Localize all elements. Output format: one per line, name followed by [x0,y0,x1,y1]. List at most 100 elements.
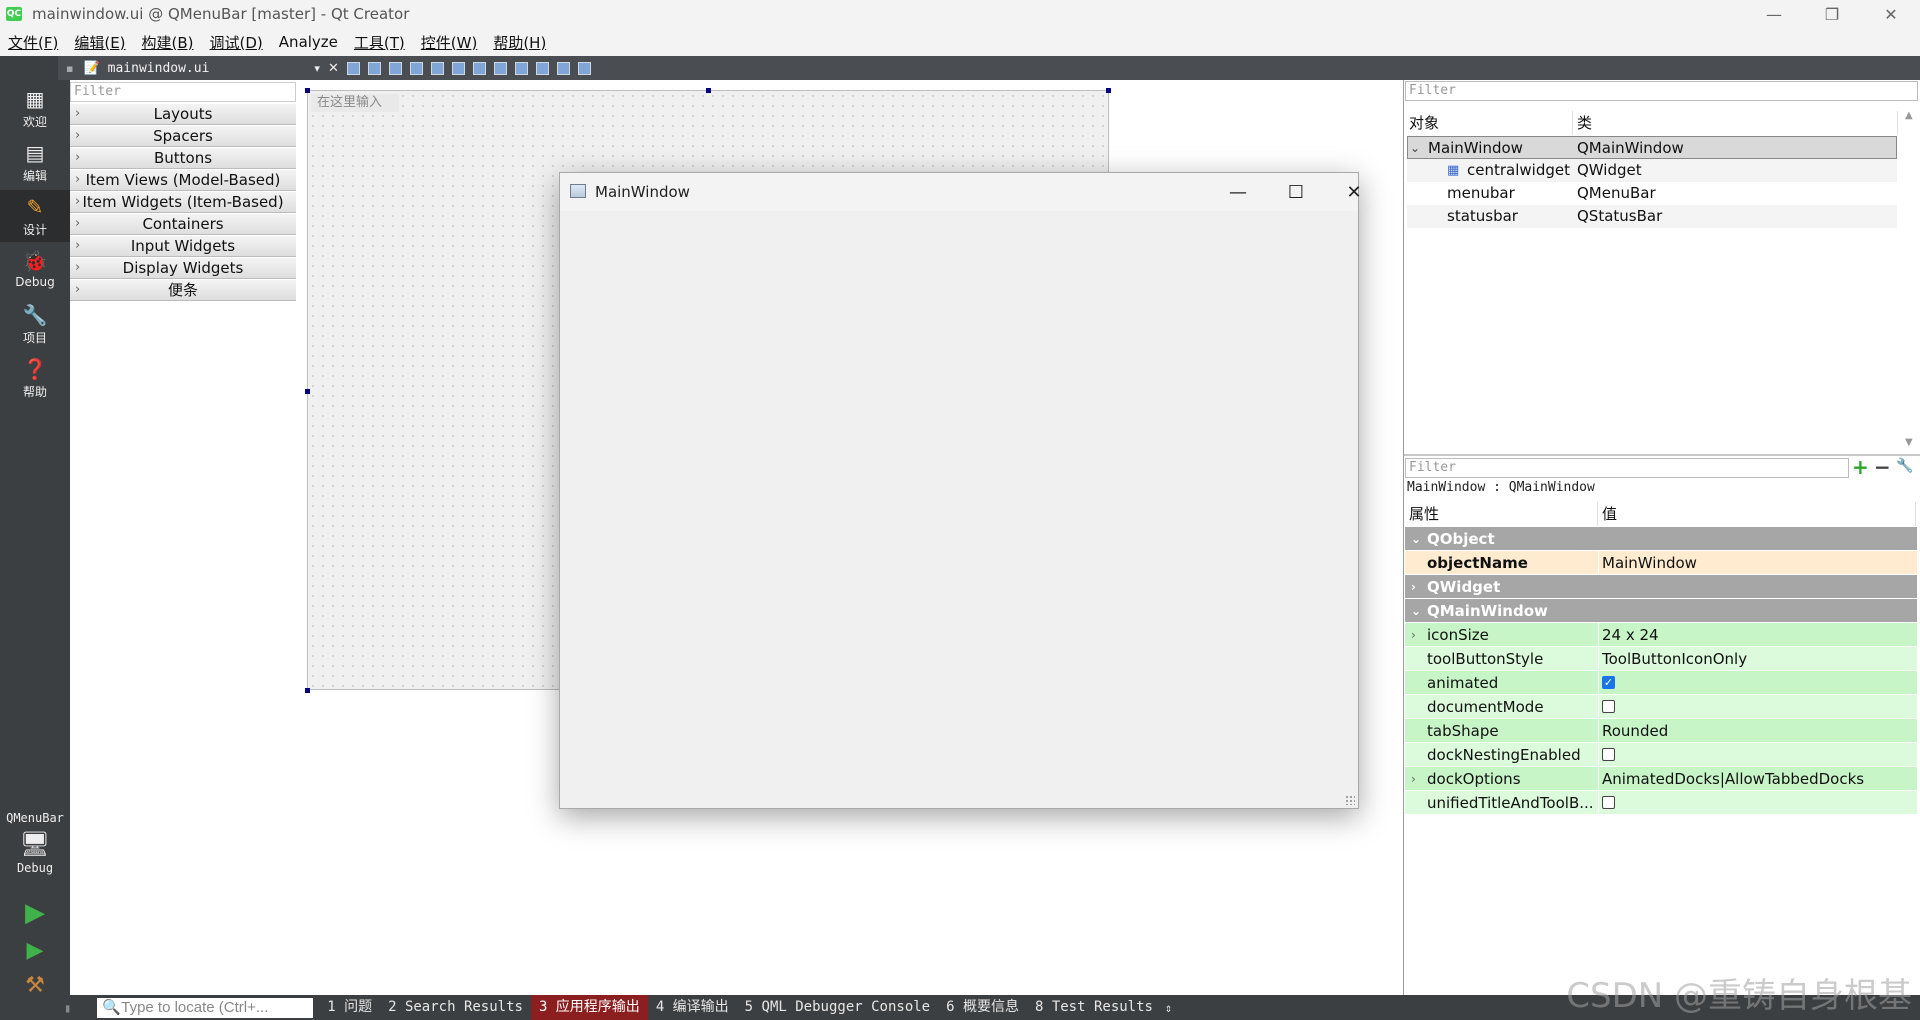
scroll-up-icon[interactable]: ▲ [1905,110,1913,121]
unifiedtitle-checkbox[interactable] [1602,796,1615,809]
layout-horizontal-icon[interactable] [430,61,444,75]
add-property-button[interactable]: + [1852,455,1869,479]
menu-edit[interactable]: 编辑(E) [66,32,133,53]
tree-row-menubar[interactable]: menubar QMenuBar [1407,182,1897,205]
property-filter-input[interactable]: Filter [1405,458,1849,478]
document-dropdown-icon[interactable]: ▾ [314,62,320,75]
layout-vertical-splitter-icon[interactable] [493,61,507,75]
group-qwidget[interactable]: › QWidget [1405,575,1917,599]
prop-dockoptions[interactable]: › dockOptions AnimatedDocks|AllowTabbedD… [1405,767,1917,791]
object-column-header[interactable]: 对象 [1405,111,1573,135]
prop-value[interactable]: 24 x 24 [1602,623,1659,647]
menu-widgets[interactable]: 控件(W) [413,32,486,53]
output-tab-application-output[interactable]: 3 应用程序输出 [530,995,648,1020]
prop-value[interactable]: ToolButtonIconOnly [1602,647,1747,671]
category-buttons[interactable]: › Buttons [70,148,296,169]
restore-button[interactable]: ❐ [1803,0,1861,28]
prop-docknestingenabled[interactable]: dockNestingEnabled [1405,743,1917,767]
value-column-header[interactable]: 值 [1598,502,1916,526]
output-tab-test-results[interactable]: 8 Test Results [1027,995,1161,1020]
preview-close-button[interactable]: ✕ [1329,177,1379,207]
locator-input[interactable]: 🔍 Type to locate (Ctrl+... [97,997,314,1018]
resize-handle[interactable] [706,88,711,93]
layout-horizontal-splitter-icon[interactable] [472,61,486,75]
run-button[interactable]: ▶ [0,898,70,928]
category-layouts[interactable]: › Layouts [70,104,296,125]
menu-build[interactable]: 构建(B) [134,32,202,53]
menu-help[interactable]: 帮助(H) [485,32,554,53]
category-containers[interactable]: › Containers [70,214,296,235]
break-layout-icon[interactable] [556,61,570,75]
mode-edit[interactable]: ▤ 编辑 [0,136,70,188]
output-tab-issues[interactable]: 1 问题 [319,995,380,1020]
mode-welcome[interactable]: ▦ 欢迎 [0,82,70,134]
prop-iconsize[interactable]: › iconSize 24 x 24 [1405,623,1917,647]
prop-objectname[interactable]: objectName MainWindow [1405,551,1917,575]
layout-form-icon[interactable] [514,61,528,75]
prop-documentmode[interactable]: documentMode [1405,695,1917,719]
preview-title-bar[interactable]: MainWindow — ☐ ✕ [560,173,1362,211]
menu-type-here-placeholder[interactable]: 在这里输入 [311,94,399,112]
preview-window[interactable]: MainWindow — ☐ ✕ [559,172,1362,809]
up-down-arrows-icon[interactable]: ⇕ [1165,1001,1172,1015]
layout-vertical-icon[interactable] [451,61,465,75]
mode-help[interactable]: ❓ 帮助 [0,352,70,404]
object-filter-input[interactable]: Filter [1405,81,1918,101]
scroll-down-icon[interactable]: ▼ [1905,437,1913,448]
category-input-widgets[interactable]: › Input Widgets [70,236,296,257]
debug-run-button[interactable]: ▶ [0,938,70,963]
category-display-widgets[interactable]: › Display Widgets [70,258,296,279]
resize-handle[interactable] [305,688,310,693]
tree-row-centralwidget[interactable]: ▦ centralwidget QWidget [1407,159,1897,182]
close-button[interactable]: ✕ [1862,0,1920,28]
property-column-header[interactable]: 属性 [1405,502,1598,526]
size-grip-icon[interactable] [1345,795,1355,805]
category-item-widgets[interactable]: › Item Widgets (Item-Based) [70,192,296,213]
prop-unifiedtitleandtoolbar[interactable]: unifiedTitleAndToolB... [1405,791,1917,815]
edit-buddies-icon[interactable] [388,61,402,75]
menu-file[interactable]: 文件(F) [0,32,66,53]
layout-grid-icon[interactable] [535,61,549,75]
output-tab-compile-output[interactable]: 4 编译输出 [648,995,737,1020]
category-scratchpad[interactable]: › 便条 [70,280,296,301]
category-spacers[interactable]: › Spacers [70,126,296,147]
edit-tab-order-icon[interactable] [409,61,423,75]
configure-wrench-icon[interactable]: 🔧 [1896,458,1913,474]
documentmode-checkbox[interactable] [1602,700,1615,713]
menu-debug[interactable]: 调试(D) [202,32,271,53]
preview-minimize-button[interactable]: — [1213,177,1263,207]
animated-checkbox[interactable]: ✓ [1602,676,1615,689]
class-column-header[interactable]: 类 [1573,111,1898,135]
mode-debug[interactable]: 🐞 Debug [0,244,70,296]
preview-maximize-button[interactable]: ☐ [1271,177,1321,207]
edit-signals-slots-icon[interactable] [367,61,381,75]
resize-handle[interactable] [1106,88,1111,93]
document-selector[interactable]: mainwindow.ui [108,61,210,76]
remove-property-button[interactable]: − [1874,455,1891,479]
mode-design[interactable]: ✎ 设计 [0,190,70,242]
prop-animated[interactable]: animated ✓ [1405,671,1917,695]
prop-tabshape[interactable]: tabShape Rounded [1405,719,1917,743]
docknesting-checkbox[interactable] [1602,748,1615,761]
group-qmainwindow[interactable]: ⌄ QMainWindow [1405,599,1917,623]
category-item-views[interactable]: › Item Views (Model-Based) [70,170,296,191]
close-document-button[interactable]: ✕ [328,61,339,76]
mode-projects[interactable]: 🔧 项目 [0,298,70,350]
output-tab-search-results[interactable]: 2 Search Results [380,995,531,1020]
tree-row-mainwindow[interactable]: ⌄ MainWindow QMainWindow [1407,136,1897,159]
output-tab-general-messages[interactable]: 6 概要信息 [938,995,1027,1020]
prop-toolbuttonstyle[interactable]: toolButtonStyle ToolButtonIconOnly [1405,647,1917,671]
prop-value[interactable]: MainWindow [1602,551,1697,575]
target-selector[interactable]: 🖥 Debug [0,830,70,890]
panel-splitter[interactable] [1404,454,1920,456]
resize-handle[interactable] [305,389,310,394]
prop-value[interactable]: AnimatedDocks|AllowTabbedDocks [1602,767,1864,791]
tree-row-statusbar[interactable]: statusbar QStatusBar [1407,205,1897,228]
output-tab-qml-debugger-console[interactable]: 5 QML Debugger Console [737,995,938,1020]
resize-handle[interactable] [305,88,310,93]
group-qobject[interactable]: ⌄ QObject [1405,527,1917,551]
minimize-button[interactable]: — [1745,0,1803,28]
widget-filter-input[interactable]: Filter [70,82,296,102]
menu-tools[interactable]: 工具(T) [346,32,413,53]
toggle-sidebar-icon[interactable]: ▮ [64,1001,71,1015]
